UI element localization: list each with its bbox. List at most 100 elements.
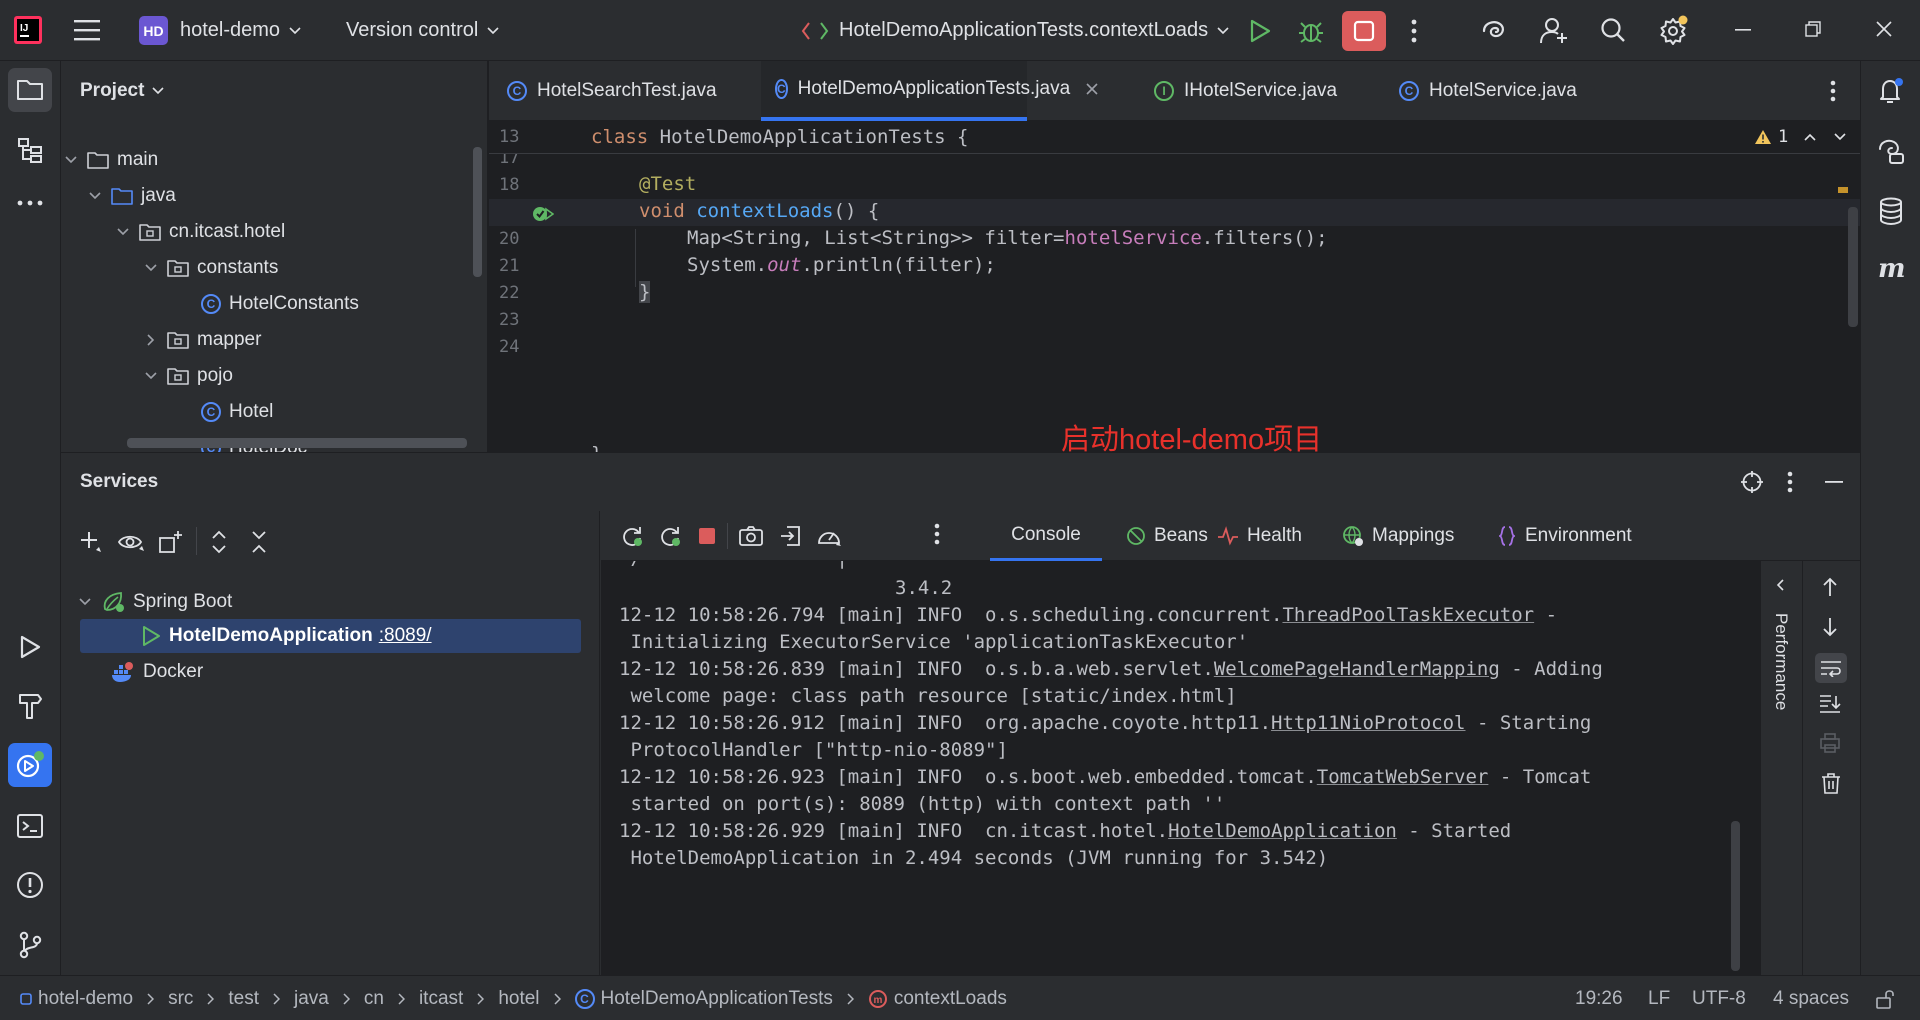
tree-item-docker[interactable]: Docker xyxy=(111,654,203,690)
editor-vertical-scrollbar[interactable] xyxy=(1848,207,1858,327)
hide-panel-icon[interactable] xyxy=(1825,481,1843,483)
view-options-eye-icon[interactable] xyxy=(118,532,146,552)
tab-ihotelservice[interactable]: I IHotelService.java xyxy=(1154,61,1337,121)
sticky-lines[interactable]: 13 class HotelDemoApplicationTests { 1 xyxy=(489,121,1860,154)
scroll-to-end-icon[interactable] xyxy=(1819,694,1841,714)
build-hammer-icon[interactable] xyxy=(8,684,52,728)
breadcrumb-item[interactable]: test xyxy=(228,988,259,1010)
inspection-widget[interactable]: 1 xyxy=(1754,127,1846,147)
ai-chat-icon[interactable] xyxy=(1869,129,1913,173)
tab-environment[interactable]: Environment xyxy=(1499,511,1632,561)
main-menu-icon[interactable] xyxy=(74,18,100,42)
tree-item-hotel[interactable]: C Hotel xyxy=(201,394,273,430)
console-scrollbar[interactable] xyxy=(1731,821,1740,971)
code-editor[interactable]: 13 class HotelDemoApplicationTests { 1 1… xyxy=(489,121,1860,452)
restore-window-icon[interactable] xyxy=(1805,21,1821,37)
breadcrumb-item[interactable]: HotelDemoApplicationTests xyxy=(601,988,833,1010)
code-with-me-icon[interactable] xyxy=(1540,16,1568,44)
tab-beans[interactable]: Beans xyxy=(1126,511,1208,561)
restart-debug-icon[interactable] xyxy=(659,525,681,547)
run-configuration-selector[interactable]: HotelDemoApplicationTests.contextLoads xyxy=(801,0,1229,61)
breadcrumb-item[interactable]: java xyxy=(294,988,329,1010)
next-highlight-icon[interactable] xyxy=(1834,133,1846,141)
project-selector[interactable]: HD hotel-demo xyxy=(139,0,301,61)
soft-wrap-icon[interactable] xyxy=(1815,653,1847,683)
tree-item-hoteldemoapplication[interactable]: HotelDemoApplication :8089/ xyxy=(141,618,432,654)
breadcrumb-item[interactable]: hotel-demo xyxy=(38,988,133,1010)
profiler-gauge-icon[interactable] xyxy=(817,525,843,547)
chevron-left-icon[interactable] xyxy=(1776,579,1784,591)
expand-all-icon[interactable] xyxy=(211,530,227,554)
project-panel-header[interactable]: Project xyxy=(61,61,487,121)
breadcrumb-item[interactable]: contextLoads xyxy=(894,988,1007,1010)
project-folder-icon[interactable] xyxy=(8,68,52,112)
tree-item-main[interactable]: main xyxy=(61,142,158,178)
caret-position[interactable]: 19:26 xyxy=(1575,976,1623,1020)
breadcrumb-item[interactable]: src xyxy=(168,988,193,1010)
maven-icon[interactable]: m xyxy=(1869,247,1913,291)
indent-setting[interactable]: 4 spaces xyxy=(1773,976,1849,1020)
app-port-link[interactable]: :8089/ xyxy=(379,625,432,647)
unlock-icon[interactable] xyxy=(1875,976,1895,1020)
tree-item-pojo[interactable]: pojo xyxy=(141,358,233,394)
run-test-gutter-icon[interactable] xyxy=(532,204,554,224)
tab-console[interactable]: Console xyxy=(990,511,1102,561)
console-output[interactable]: / | 3.4.2 12-12 10:58:26.794 [main] INFO… xyxy=(601,561,1760,976)
breadcrumb-item[interactable]: cn xyxy=(364,988,384,1010)
tree-item-spring-boot[interactable]: Spring Boot xyxy=(75,584,232,620)
tab-hoteldemoapplicationtests[interactable]: C HotelDemoApplicationTests.java xyxy=(761,61,1098,121)
warning-stripe-marker[interactable] xyxy=(1838,187,1848,193)
tab-hotelsearchtest[interactable]: C HotelSearchTest.java xyxy=(507,61,759,121)
close-window-icon[interactable] xyxy=(1876,21,1892,37)
breadcrumb-item[interactable]: itcast xyxy=(419,988,463,1010)
close-tab-icon[interactable] xyxy=(1086,83,1098,95)
run-icon[interactable] xyxy=(1249,19,1271,43)
add-service-icon[interactable] xyxy=(79,530,103,554)
terminal-icon[interactable] xyxy=(8,804,52,848)
more-actions-icon[interactable] xyxy=(1411,19,1417,43)
tree-item-hotelconstants[interactable]: C HotelConstants xyxy=(201,286,359,322)
tab-list-more-icon[interactable] xyxy=(1830,80,1836,102)
version-control-menu[interactable]: Version control xyxy=(346,0,499,61)
tree-item-constants[interactable]: constants xyxy=(141,250,278,286)
settings-gear-icon[interactable] xyxy=(1659,15,1689,45)
ai-assistant-icon[interactable] xyxy=(1480,17,1508,45)
run-tool-icon[interactable] xyxy=(8,625,52,669)
git-branch-icon[interactable] xyxy=(8,923,52,967)
new-group-icon[interactable] xyxy=(158,530,184,554)
stop-app-icon[interactable] xyxy=(698,527,716,545)
tree-item-mapper[interactable]: mapper xyxy=(141,322,261,358)
crosshair-locate-icon[interactable] xyxy=(1741,471,1763,493)
debug-icon[interactable] xyxy=(1298,18,1324,44)
line-ending[interactable]: LF xyxy=(1648,976,1670,1020)
search-icon[interactable] xyxy=(1600,17,1626,43)
intellij-logo-icon[interactable]: IJ xyxy=(14,16,42,44)
structure-icon[interactable] xyxy=(8,128,52,172)
tab-mappings[interactable]: Mappings xyxy=(1342,511,1454,561)
services-options-icon[interactable] xyxy=(1787,471,1793,493)
tree-item-java[interactable]: java xyxy=(85,178,176,214)
exit-icon[interactable] xyxy=(779,525,801,547)
previous-highlight-icon[interactable] xyxy=(1804,133,1816,141)
clear-trash-icon[interactable] xyxy=(1821,772,1841,794)
project-horizontal-scrollbar[interactable] xyxy=(127,438,467,448)
project-vertical-scrollbar[interactable] xyxy=(473,147,482,277)
up-arrow-icon[interactable] xyxy=(1822,577,1838,597)
dump-threads-camera-icon[interactable] xyxy=(739,525,763,547)
down-arrow-icon[interactable] xyxy=(1822,617,1838,637)
file-encoding[interactable]: UTF-8 xyxy=(1692,976,1746,1020)
database-icon[interactable] xyxy=(1869,189,1913,233)
rerun-icon[interactable] xyxy=(621,525,643,547)
stop-button[interactable] xyxy=(1342,11,1386,51)
performance-tab[interactable]: Performance xyxy=(1771,613,1791,710)
more-tool-windows-icon[interactable] xyxy=(8,181,52,225)
collapse-all-icon[interactable] xyxy=(251,530,267,554)
tab-hotelservice[interactable]: C HotelService.java xyxy=(1399,61,1577,121)
notifications-bell-icon[interactable] xyxy=(1869,69,1913,113)
console-more-icon[interactable] xyxy=(934,523,940,545)
services-tool-icon[interactable] xyxy=(8,743,52,787)
problems-icon[interactable] xyxy=(8,863,52,907)
minimize-window-icon[interactable] xyxy=(1735,29,1751,31)
breadcrumb-item[interactable]: hotel xyxy=(498,988,539,1010)
tree-item-package-cn-itcast-hotel[interactable]: cn.itcast.hotel xyxy=(113,214,285,250)
